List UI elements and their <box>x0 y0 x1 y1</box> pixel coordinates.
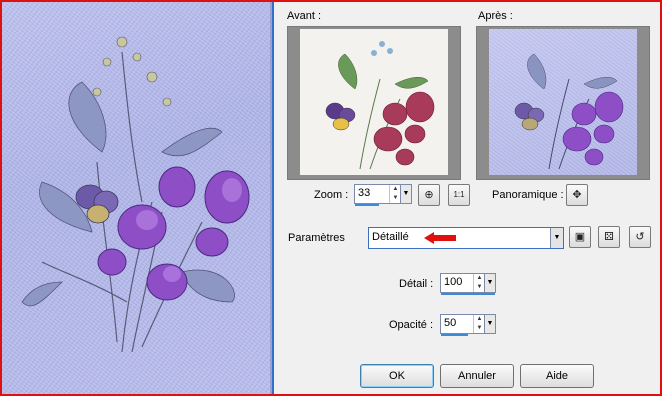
opacity-dropdown-arrow[interactable]: ▼ <box>484 315 495 333</box>
params-select[interactable]: Détaillé ▼ <box>368 227 564 249</box>
after-preview-image <box>489 29 637 175</box>
detail-dropdown-arrow[interactable]: ▼ <box>484 274 495 292</box>
fit-window-button[interactable]: ⊕ <box>418 184 440 206</box>
params-label: Paramètres <box>288 232 345 244</box>
detail-value: 100 <box>444 276 463 288</box>
opacity-stepper[interactable]: 50 ▲ ▼ ▼ <box>440 314 496 336</box>
before-preview-image <box>300 29 448 175</box>
pointer-arrow-icon <box>424 232 456 244</box>
detail-label: Détail : <box>399 278 434 290</box>
params-dropdown-arrow[interactable]: ▼ <box>550 228 563 248</box>
settings-panel: Avant : Après : Zoom: 33 ▲ ▼ ▼ ⊕ 1:1 Pa… <box>274 2 660 394</box>
actual-size-button[interactable]: 1:1 <box>448 184 470 206</box>
bouquet-original-image <box>325 41 435 170</box>
zoom-dropdown-arrow[interactable]: ▼ <box>400 185 411 203</box>
before-label: Avant : <box>287 10 322 22</box>
save-preset-button[interactable]: ▣ <box>569 226 591 248</box>
pan-label: Panoramique : <box>492 189 564 201</box>
zoom-value: 33 <box>358 187 371 199</box>
textured-image-preview <box>2 2 272 394</box>
flower-bouquet-image <box>21 36 250 353</box>
bouquet-textured-image <box>514 53 624 170</box>
actual-size-icon: 1:1 <box>453 190 465 199</box>
zoom-label: Zoom : <box>314 189 349 201</box>
opacity-label: Opacité : <box>389 319 434 331</box>
fit-window-icon: ⊕ <box>424 189 434 201</box>
save-disk-icon: ▣ <box>574 231 586 243</box>
params-selected-value: Détaillé <box>372 231 409 243</box>
randomize-button[interactable]: ⚄ <box>598 226 620 248</box>
help-button[interactable]: Aide <box>520 364 594 388</box>
reset-icon: ↺ <box>635 231 645 243</box>
zoom-slider-bar[interactable] <box>355 204 379 206</box>
cancel-button[interactable]: Annuler <box>440 364 514 388</box>
after-preview[interactable] <box>476 26 650 180</box>
pan-button[interactable]: ✥ <box>566 184 588 206</box>
window-frame: Avant : Après : Zoom: 33 ▲ ▼ ▼ ⊕ 1:1 Pa… <box>0 0 662 396</box>
after-label: Après : <box>478 10 513 22</box>
move-arrows-icon: ✥ <box>572 189 582 201</box>
zoom-stepper[interactable]: 33 ▲ ▼ ▼ <box>354 184 412 206</box>
reset-button[interactable]: ↺ <box>629 226 651 248</box>
dice-icon: ⚄ <box>604 231 614 243</box>
before-preview[interactable] <box>287 26 461 180</box>
detail-slider-bar[interactable] <box>441 293 495 295</box>
opacity-value: 50 <box>444 317 457 329</box>
opacity-slider-bar[interactable] <box>441 334 468 336</box>
ok-button[interactable]: OK <box>360 364 434 388</box>
detail-stepper[interactable]: 100 ▲ ▼ ▼ <box>440 273 496 295</box>
